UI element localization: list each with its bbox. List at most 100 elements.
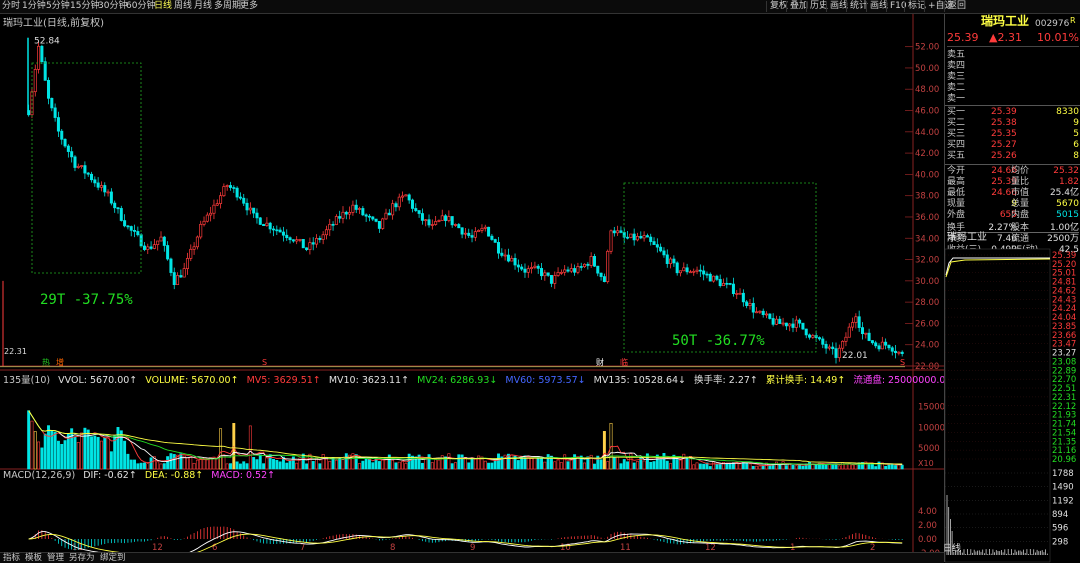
price-axis-tick: 32.00	[915, 256, 939, 266]
vol-vvol: VVOL: 5670.00↑	[58, 375, 138, 386]
bid-price: 25.27	[991, 140, 1017, 150]
bid-row-1[interactable]: 买二 25.38 9	[947, 118, 1079, 128]
toolbar-period-2[interactable]: 5分钟	[46, 1, 70, 12]
toolbar-period-10[interactable]: 更多	[240, 1, 258, 12]
event-badge[interactable]: S	[262, 358, 267, 367]
candles[interactable]	[27, 41, 904, 364]
toolbar-period-4[interactable]: 30分钟	[98, 1, 127, 12]
vol-mv10: MV10: 3623.11↑	[328, 375, 410, 386]
macd-axis-tick: 0.00	[918, 535, 937, 545]
volume-axis-unit: X10	[918, 459, 934, 468]
macd-legend: MACD(12,26,9) DIF: -0.62↑ DEA: -0.88↑ MA…	[3, 470, 280, 481]
stat-l2: 市值	[1011, 188, 1030, 198]
chart-title: 瑞玛工业(日线,前复权)	[3, 18, 104, 29]
ask-row-1: 卖四	[947, 61, 1079, 71]
macd-axis-tick: 2.00	[918, 521, 937, 531]
bid-row-4[interactable]: 买五 25.26 8	[947, 151, 1079, 161]
stat-l1: 最高	[947, 177, 966, 187]
price-axis-tick: 26.00	[915, 319, 939, 329]
mini-vol-tick: 1192	[1052, 496, 1074, 506]
stat-v2: 25.32	[1053, 166, 1079, 176]
toolbar-period-8[interactable]: 月线	[194, 1, 212, 12]
stat-v2: 25.4亿	[1049, 188, 1079, 198]
stat-l2: 量比	[1011, 177, 1030, 187]
volume-legend: 135量(10) VVOL: 5670.00↑ VOLUME: 5670.00↑…	[3, 372, 957, 386]
stat-l2: 内盘	[1011, 210, 1030, 220]
ask-row-3: 卖二	[947, 83, 1079, 93]
top-toolbar: 分时 1分钟 5分钟 15分钟 30分钟 60分钟 日线 周线 月线 多周期 更多 复权 叠加 历史 画线…	[0, 0, 1080, 14]
month-label: 2	[870, 543, 875, 552]
ask-row-4: 卖一	[947, 94, 1079, 104]
stat-l1: 最低	[947, 188, 966, 198]
bid-row-2[interactable]: 买三 25.35 5	[947, 129, 1079, 139]
high-price-label: 52.84	[34, 37, 60, 47]
price-axis-tick: 36.00	[915, 213, 939, 223]
event-badge[interactable]: 财	[596, 357, 604, 367]
toolbar-period-1[interactable]: 1分钟	[22, 1, 46, 12]
month-label: 12	[705, 543, 716, 552]
volume-axis-tick: 15000	[918, 403, 944, 413]
stat-v2: 5670	[1056, 199, 1079, 209]
mini-intraday-chart[interactable]: 25.3925.2025.0124.8124.6224.4324.2424.04…	[945, 235, 1080, 563]
stock-name: 瑞玛工业	[981, 14, 1030, 28]
stat-v2: 5015	[1056, 210, 1079, 220]
current-price: 25.39	[947, 31, 979, 44]
stat-row-stats-1: 最高 25.39 量比 1.82	[947, 177, 1079, 187]
event-badge[interactable]: 热	[42, 357, 50, 367]
toolbar-period-7[interactable]: 周线	[174, 1, 192, 12]
ask-row-0: 卖五	[947, 50, 1079, 60]
toolbar-period-3[interactable]: 15分钟	[70, 1, 99, 12]
low-price-label: 22.31	[4, 347, 27, 356]
price-axis-tick: 38.00	[915, 192, 939, 202]
stat-l1: 今开	[947, 166, 966, 176]
vol-float: 流通盘: 25000000.00	[853, 375, 952, 386]
month-label: 12	[152, 543, 163, 552]
bid-price: 25.35	[991, 129, 1017, 139]
month-label: 8	[390, 543, 395, 552]
mini-vol-tick: 1490	[1052, 483, 1074, 493]
bid-vol: 6	[1073, 140, 1079, 150]
vol-mv24: MV24: 6286.93↓	[417, 375, 498, 386]
vol-cum-turnover: 累计换手: 14.49↑	[765, 375, 846, 386]
price-change: ▲2.31	[989, 31, 1022, 44]
price-axis-tick: 48.00	[915, 85, 939, 95]
month-label: 9	[470, 543, 475, 552]
quote-panel: 瑞玛工业 002976 R 25.39 ▲2.31 10.01% 卖五 卖四 卖三卖…	[943, 14, 1080, 563]
mini-footer[interactable]: 日线	[943, 544, 961, 554]
toolbar-period-0[interactable]: 分时	[2, 1, 20, 12]
volume-ma-line	[28, 410, 903, 466]
stock-code: 002976	[1035, 19, 1070, 29]
mini-vol-tick: 894	[1052, 510, 1068, 520]
volume-ma-line	[28, 410, 903, 465]
mini-price-tick: 20.96	[1052, 455, 1076, 465]
bid-vol: 8	[1073, 151, 1079, 161]
drawdown-annotation-1: 29T -37.75%	[40, 292, 133, 308]
month-label: 7	[300, 543, 305, 552]
event-badge[interactable]: 增	[56, 357, 64, 367]
price-change-pct: 10.01%	[1037, 31, 1079, 44]
bid-row-3[interactable]: 买四 25.27 6	[947, 140, 1079, 150]
vol-turnover: 换手率: 2.27↑	[694, 375, 758, 386]
toolbar-period-9[interactable]: 多周期	[214, 1, 241, 12]
volume-axis-tick: 5000	[918, 444, 940, 454]
toolbar-button-9[interactable]: 返回	[944, 1, 969, 12]
bid-row-0[interactable]: 买一 25.39 8330	[947, 107, 1079, 117]
vol-mv60: MV60: 5973.57↓	[505, 375, 586, 386]
price-axis-tick: 42.00	[915, 149, 939, 159]
event-badge[interactable]: S	[900, 358, 905, 367]
month-label: 11	[620, 543, 631, 552]
ask-label: 卖二	[947, 83, 966, 93]
toolbar-period-6[interactable]: 日线	[154, 1, 172, 12]
price-axis-tick: 24.00	[915, 341, 939, 351]
bid-price: 25.39	[991, 107, 1017, 117]
ask-label: 卖三	[947, 72, 966, 82]
mini-vol-tick: 1788	[1052, 469, 1074, 479]
macd-axis-tick: 4.00	[918, 507, 937, 517]
stats-divider	[945, 164, 1080, 165]
event-badge[interactable]: 临	[620, 357, 628, 367]
macd-name: MACD(12,26,9)	[3, 470, 76, 481]
price-axis-tick: 46.00	[915, 107, 939, 117]
macd-value: MACD: 0.52↑	[211, 470, 276, 481]
toolbar-period-5[interactable]: 60分钟	[126, 1, 155, 12]
bottom-toolbar: 指标 模板 管理 另存为 绑定到	[0, 552, 944, 563]
